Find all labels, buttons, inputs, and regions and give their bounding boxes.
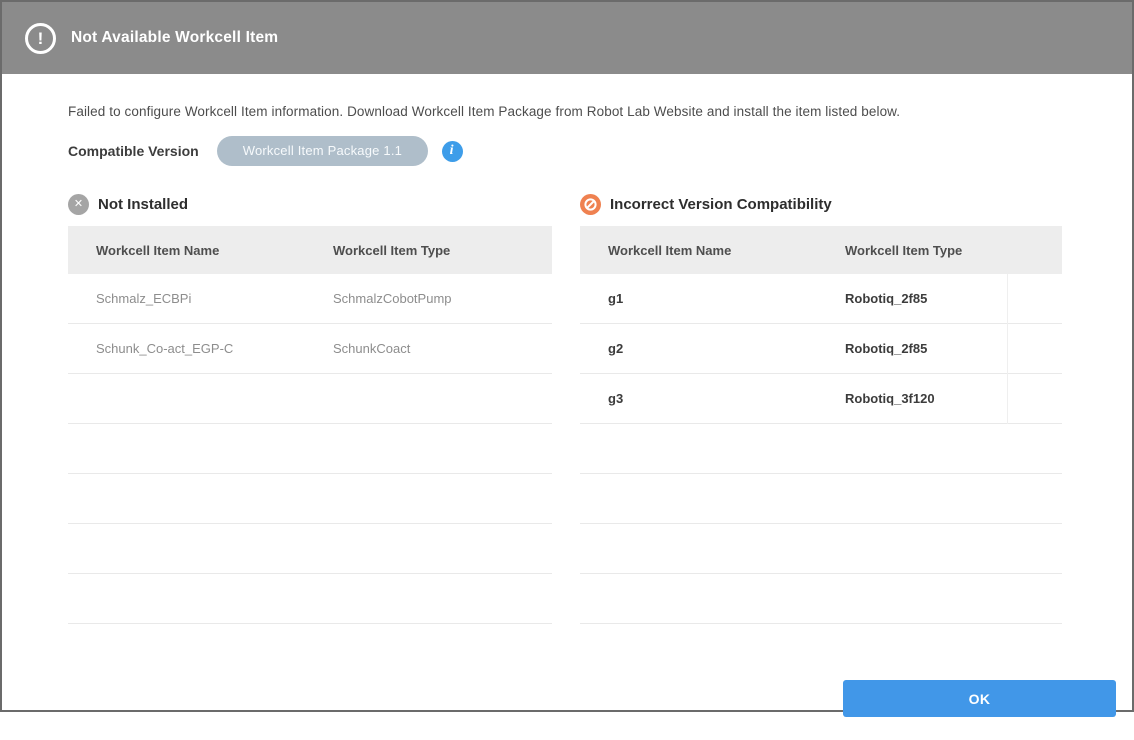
workcell-item-type: Robotiq_3f120: [817, 391, 935, 406]
block-icon: [580, 194, 601, 215]
table-row-empty: [68, 524, 552, 574]
compatible-version-row: Compatible Version Workcell Item Package…: [68, 136, 1066, 166]
table-row-empty: [68, 574, 552, 624]
table-row-empty: [68, 474, 552, 524]
dialog-titlebar: ! Not Available Workcell Item: [2, 2, 1132, 74]
workcell-item-type: SchunkCoact: [305, 341, 410, 356]
workcell-item-type: Robotiq_2f85: [817, 291, 927, 306]
ok-button[interactable]: OK: [843, 680, 1116, 717]
x-circle-icon: ✕: [68, 194, 89, 215]
table-row: g2 Robotiq_2f85: [580, 324, 1062, 374]
dialog-body: Failed to configure Workcell Item inform…: [2, 104, 1132, 740]
compatible-version-label: Compatible Version: [68, 143, 199, 159]
table-row-empty: [68, 374, 552, 424]
table-header-row: Workcell Item Name Workcell Item Type: [68, 226, 552, 274]
workcell-item-name: g3: [580, 391, 817, 406]
workcell-item-type: Robotiq_2f85: [817, 341, 927, 356]
workcell-item-type: SchmalzCobotPump: [305, 291, 452, 306]
column-header: Workcell Item Name: [580, 243, 817, 258]
not-installed-section: ✕ Not Installed Workcell Item Name Workc…: [68, 193, 552, 624]
workcell-item-name: Schunk_Co-act_EGP-C: [68, 341, 305, 356]
table-row-empty: [580, 574, 1062, 624]
incorrect-version-header: Incorrect Version Compatibility: [580, 193, 1062, 215]
not-available-workcell-item-dialog: ! Not Available Workcell Item Failed to …: [0, 0, 1134, 712]
alert-circle-icon: !: [25, 23, 56, 54]
info-icon-glyph: i: [450, 144, 454, 158]
table-row: g1 Robotiq_2f85: [580, 274, 1062, 324]
table-row-empty: [580, 424, 1062, 474]
table-row: Schmalz_ECBPi SchmalzCobotPump: [68, 274, 552, 324]
info-icon[interactable]: i: [442, 141, 463, 162]
table-row: g3 Robotiq_3f120: [580, 374, 1062, 424]
table-row-empty: [580, 474, 1062, 524]
not-installed-table: Workcell Item Name Workcell Item Type Sc…: [68, 226, 552, 624]
section-title: Not Installed: [98, 196, 188, 213]
tables-container: ✕ Not Installed Workcell Item Name Workc…: [68, 193, 1066, 624]
incorrect-version-section: Incorrect Version Compatibility Workcell…: [580, 193, 1062, 624]
column-header: Workcell Item Type: [817, 243, 962, 258]
incorrect-version-table: Workcell Item Name Workcell Item Type g1…: [580, 226, 1062, 624]
workcell-item-name: g2: [580, 341, 817, 356]
version-badge: Workcell Item Package 1.1: [217, 136, 428, 166]
column-header: Workcell Item Type: [305, 243, 450, 258]
workcell-item-name: Schmalz_ECBPi: [68, 291, 305, 306]
table-row-empty: [580, 524, 1062, 574]
table-row-empty: [68, 424, 552, 474]
dialog-title: Not Available Workcell Item: [71, 29, 278, 47]
table-header-row: Workcell Item Name Workcell Item Type: [580, 226, 1062, 274]
section-title: Incorrect Version Compatibility: [610, 196, 832, 213]
dialog-message: Failed to configure Workcell Item inform…: [68, 104, 1066, 119]
column-header: Workcell Item Name: [68, 243, 305, 258]
not-installed-header: ✕ Not Installed: [68, 193, 552, 215]
table-row: Schunk_Co-act_EGP-C SchunkCoact: [68, 324, 552, 374]
workcell-item-name: g1: [580, 291, 817, 306]
